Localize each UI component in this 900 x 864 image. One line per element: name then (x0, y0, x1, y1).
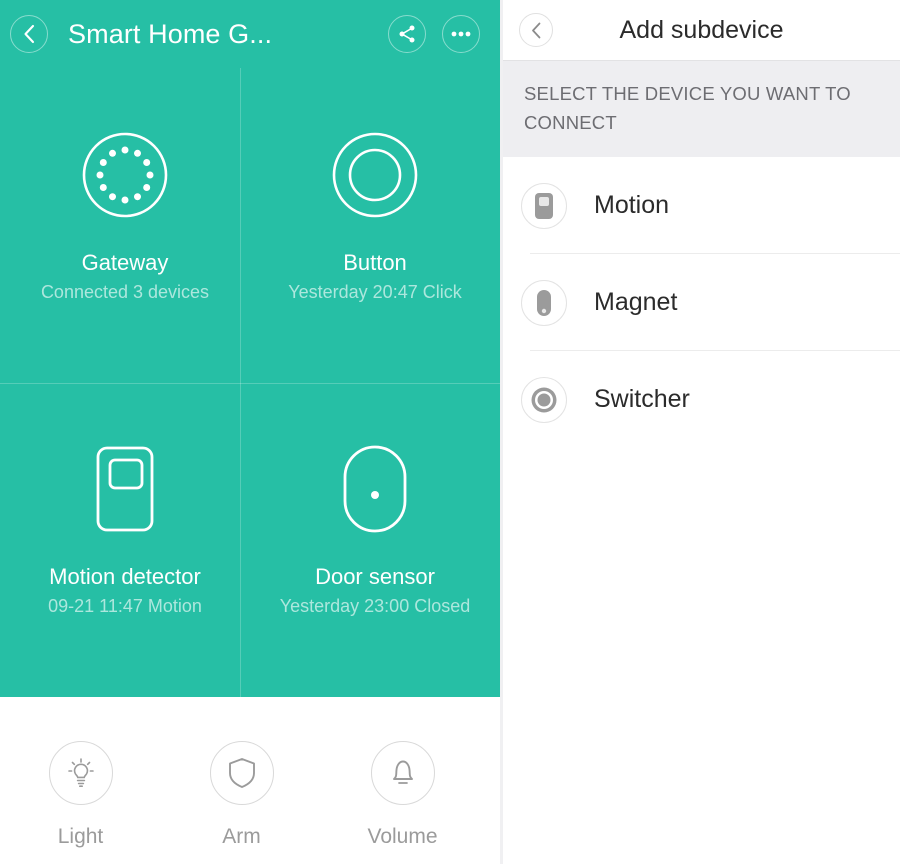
tile-status: 09-21 11:47 Motion (48, 596, 202, 617)
add-subdevice-panel: Add subdevice SELECT THE DEVICE YOU WANT… (500, 0, 900, 864)
section-heading-band: SELECT THE DEVICE YOU WANT TO CONNECT (503, 61, 900, 157)
subdevice-list: Motion Magnet Switcher (503, 157, 900, 864)
door-sensor-icon (343, 445, 407, 533)
bottom-action-arm[interactable]: Arm (161, 741, 322, 849)
bottom-action-label: Volume (367, 825, 438, 848)
volume-button[interactable] (370, 741, 435, 805)
more-options-icon (451, 31, 471, 37)
bell-icon (392, 760, 413, 784)
left-header-bar: Smart Home G... (0, 0, 500, 68)
motion-device-icon-wrap (521, 182, 567, 229)
bottom-action-light[interactable]: Light (0, 741, 161, 849)
bottom-action-label: Light (57, 825, 104, 848)
tile-title: Button (343, 249, 407, 275)
magnet-device-icon (537, 289, 551, 316)
list-item-label: Magnet (594, 288, 678, 316)
device-tile-button[interactable]: Button Yesterday 20:47 Click (250, 68, 500, 383)
tile-icon-wrap (340, 441, 410, 537)
bottom-action-label: Arm (222, 825, 261, 848)
list-item-label: Switcher (594, 385, 690, 413)
tile-icon-wrap (331, 127, 419, 223)
more-options-button[interactable] (442, 15, 480, 53)
back-button[interactable] (10, 15, 48, 53)
list-item-switcher[interactable]: Switcher (503, 351, 900, 448)
list-item-label: Motion (594, 191, 670, 219)
switcher-device-icon-wrap (521, 376, 567, 423)
header-actions (388, 15, 480, 53)
device-tiles-grid: Gateway Connected 3 devices Button Yeste… (0, 68, 500, 697)
share-icon (399, 25, 415, 43)
bottom-action-bar: Light Arm Volume (0, 697, 500, 864)
tile-title: Door sensor (315, 564, 435, 590)
switcher-device-icon (531, 387, 557, 412)
arm-button[interactable] (209, 741, 274, 805)
shield-icon (228, 758, 255, 788)
lightbulb-icon (67, 758, 94, 788)
list-item-motion[interactable]: Motion (503, 157, 900, 254)
share-button[interactable] (388, 15, 426, 53)
motion-device-icon (535, 192, 553, 219)
section-heading-text: SELECT THE DEVICE YOU WANT TO CONNECT (524, 83, 851, 133)
bottom-action-volume[interactable]: Volume (322, 741, 483, 849)
button-icon (332, 132, 418, 218)
chevron-left-icon (531, 22, 540, 38)
app-root: Smart Home G... Gateway Connected 3 devi… (0, 0, 900, 864)
tile-icon-wrap (88, 441, 162, 537)
chevron-left-icon (23, 24, 34, 44)
gateway-icon (82, 132, 168, 218)
magnet-device-icon-wrap (521, 279, 567, 326)
tile-status: Connected 3 devices (40, 281, 210, 302)
smart-home-panel: Smart Home G... Gateway Connected 3 devi… (0, 0, 500, 864)
light-button[interactable] (48, 741, 113, 805)
list-item-magnet[interactable]: Magnet (503, 254, 900, 351)
back-button-right[interactable] (519, 13, 553, 47)
right-page-title: Add subdevice (619, 15, 784, 44)
device-tile-door-sensor[interactable]: Door sensor Yesterday 23:00 Closed (250, 383, 500, 698)
tile-status: Yesterday 23:00 Closed (279, 596, 471, 617)
device-tile-gateway[interactable]: Gateway Connected 3 devices (0, 68, 250, 383)
tile-icon-wrap (81, 127, 169, 223)
page-title: Smart Home G... (68, 18, 273, 49)
device-tile-motion-detector[interactable]: Motion detector 09-21 11:47 Motion (0, 383, 250, 698)
tile-status: Yesterday 20:47 Click (288, 281, 462, 302)
tile-title: Gateway (81, 249, 169, 275)
right-header-bar: Add subdevice (503, 0, 900, 61)
tile-title: Motion detector (49, 564, 201, 590)
motion-detector-icon (96, 446, 154, 532)
